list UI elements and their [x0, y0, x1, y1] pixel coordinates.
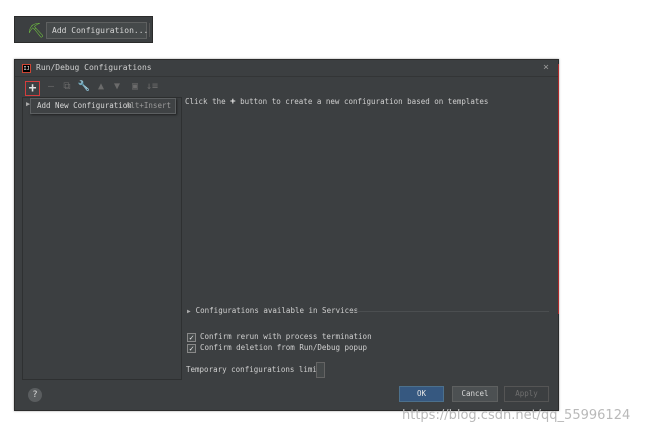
tooltip-shortcut: Alt+Insert	[125, 101, 171, 110]
expand-arrow-icon: ▶	[187, 308, 191, 315]
add-configuration-tooltip[interactable]: Add New Configuration Alt+Insert	[30, 98, 176, 114]
dialog-edge-highlight	[558, 64, 559, 314]
remove-configuration-icon[interactable]: —	[44, 80, 58, 94]
copy-configuration-icon[interactable]: ⧉	[60, 80, 74, 94]
confirm-rerun-label: Confirm rerun with process termination	[200, 332, 372, 341]
hint-text-after: button to create a new configuration bas…	[240, 97, 489, 106]
hint-text-before: Click the	[185, 97, 226, 106]
services-section-toggle[interactable]: ▶ Configurations available in Services	[187, 304, 549, 318]
folder-icon[interactable]: ▣	[128, 80, 142, 94]
confirm-deletion-option[interactable]: ✓ Confirm deletion from Run/Debug popup	[187, 342, 367, 354]
apply-button[interactable]: Apply	[504, 386, 549, 402]
temp-limit-input[interactable]	[316, 362, 325, 378]
main-toolbar-snippet: ⛏ Add Configuration...	[14, 16, 153, 43]
tooltip-label: Add New Configuration	[37, 101, 132, 110]
configuration-tree[interactable]: ▶	[22, 97, 182, 380]
empty-state-hint: Click the + button to create a new confi…	[185, 96, 488, 108]
dialog-titlebar: IJ Run/Debug Configurations ×	[15, 60, 558, 77]
move-up-icon[interactable]: ▲	[94, 80, 108, 94]
intellij-app-icon: IJ	[22, 64, 31, 73]
configuration-toolbar: + — ⧉ 🔧 ▲ ▼ ▣ ↓≡	[22, 80, 182, 96]
services-label: Configurations available in Services	[195, 306, 359, 315]
confirm-deletion-label: Confirm deletion from Run/Debug popup	[200, 343, 368, 352]
help-button[interactable]: ?	[28, 388, 42, 402]
section-divider	[349, 311, 549, 312]
wrench-icon[interactable]: 🔧	[77, 80, 91, 94]
confirm-deletion-checkbox[interactable]: ✓	[187, 343, 196, 353]
add-configuration-button[interactable]: Add Configuration...	[46, 22, 148, 39]
ok-button[interactable]: OK	[399, 386, 444, 402]
close-icon[interactable]: ×	[543, 61, 549, 75]
run-debug-configurations-dialog: IJ Run/Debug Configurations × + — ⧉ 🔧 ▲ …	[14, 59, 559, 411]
move-down-icon[interactable]: ▼	[110, 80, 124, 94]
plus-icon: +	[230, 97, 236, 107]
add-configuration-icon[interactable]: +	[25, 81, 40, 96]
dialog-title: Run/Debug Configurations	[36, 63, 152, 72]
watermark-text: https://blog.csdn.net/qq_55996124	[402, 408, 631, 423]
sort-icon[interactable]: ↓≡	[145, 80, 159, 94]
temp-limit-label: Temporary configurations limit:	[186, 365, 326, 374]
hammer-icon[interactable]: ⛏	[27, 23, 45, 39]
toolbar-separator	[149, 23, 154, 37]
confirm-rerun-checkbox[interactable]: ✓	[187, 332, 196, 342]
cancel-button[interactable]: Cancel	[452, 386, 498, 402]
